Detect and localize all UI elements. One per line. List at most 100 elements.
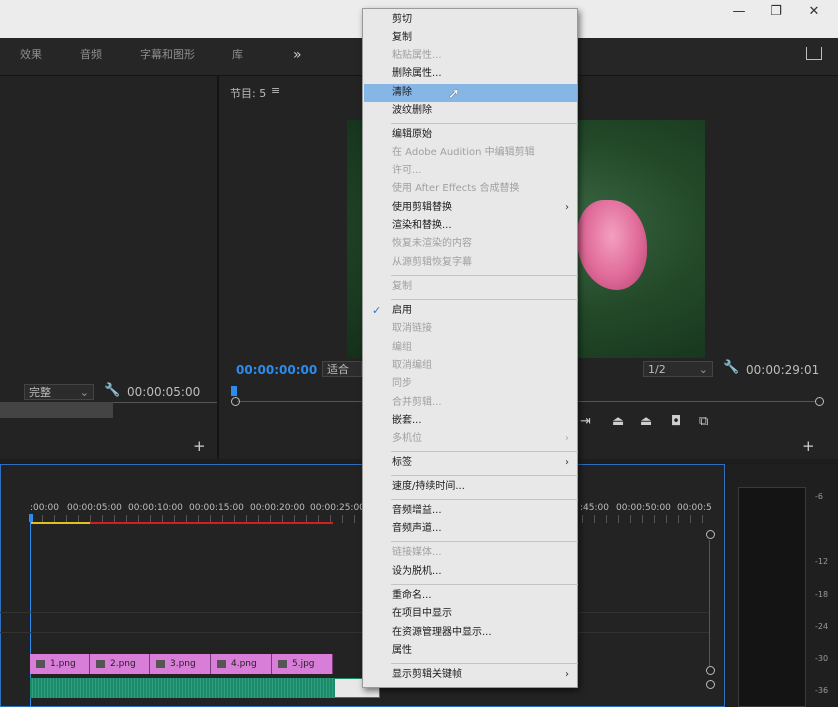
workspace-tab-graphics[interactable]: 字幕和图形 [140, 38, 195, 75]
workspace-more-button[interactable]: » [293, 38, 302, 75]
menu-separator [391, 299, 578, 300]
menu-item-reveal-in-explorer[interactable]: 在资源管理器中显示... [364, 624, 577, 642]
program-current-timecode[interactable]: 00:00:00:00 [236, 363, 317, 377]
source-add-button[interactable]: + [193, 437, 206, 455]
quality-dropdown[interactable]: 完整 ⌄ [24, 384, 94, 400]
menu-item-label: 属性 [392, 645, 412, 656]
menu-item-nest[interactable]: 嵌套... [364, 412, 577, 430]
resolution-value: 1/2 [648, 363, 666, 376]
menu-item-render-replace[interactable]: 渲染和替换... [364, 217, 577, 235]
timeline-playhead[interactable] [29, 514, 33, 522]
menu-item-make-offline[interactable]: 设为脱机... [364, 563, 577, 581]
menu-item-merge-clips: 合并剪辑... [364, 394, 577, 412]
program-add-button[interactable]: + [802, 437, 815, 455]
menu-item-ripple-delete[interactable]: 波纹删除 [364, 102, 577, 120]
lift-icon[interactable]: ⏏ [612, 414, 624, 429]
chevron-right-icon: › [565, 202, 569, 213]
clip-label: 3.png [170, 659, 196, 669]
wrench-icon[interactable]: 🔧 [104, 383, 120, 398]
menu-item-replace-with-clip[interactable]: 使用剪辑替换 › [364, 199, 577, 217]
image-clip-icon [156, 659, 165, 668]
program-title: 节目: 5 [230, 87, 267, 100]
menu-separator [391, 499, 578, 500]
menu-item-label: 使用 After Effects 合成替换 [392, 183, 520, 194]
menu-item-label: 恢复未渲染的内容 [392, 238, 472, 249]
menu-item-label: 剪切 [392, 14, 412, 25]
menu-item-label: 设为脱机... [392, 566, 442, 577]
menu-item-label: 标签 [392, 457, 412, 468]
clip-2[interactable]: 2.png [90, 654, 150, 674]
source-scrub-track [113, 402, 217, 403]
camera-icon[interactable]: ◘ [671, 414, 681, 429]
chevron-right-icon: › [565, 457, 569, 468]
ruler-label: 00:00:25:00 [310, 503, 365, 513]
playhead-marker[interactable] [231, 386, 237, 396]
menu-item-label: 编辑原始 [392, 129, 432, 140]
meter-label: -24 [815, 622, 829, 631]
minimize-button[interactable]: — [720, 0, 758, 24]
image-clip-icon [96, 659, 105, 668]
wrench-icon[interactable]: 🔧 [723, 360, 739, 375]
menu-separator [391, 123, 578, 124]
menu-item-restore-captions: 从源剪辑恢复字幕 [364, 254, 577, 272]
scroll-handle-audio[interactable] [706, 680, 715, 689]
fit-dropdown[interactable]: 适合 [322, 361, 362, 377]
menu-item-remove-attributes[interactable]: 删除属性... [364, 65, 577, 83]
menu-item-label-color[interactable]: 标签 › [364, 454, 577, 472]
menu-item-audio-channels[interactable]: 音频声道... [364, 520, 577, 538]
chevron-down-icon: ⌄ [79, 386, 89, 399]
clip-1[interactable]: 1.png [30, 654, 90, 674]
resolution-dropdown[interactable]: 1/2 ⌄ [643, 361, 713, 377]
menu-item-enable[interactable]: ✓ 启用 [364, 302, 577, 320]
menu-item-cut[interactable]: 剪切 [364, 11, 577, 29]
menu-item-label: 音频声道... [392, 523, 442, 534]
compare-icon[interactable]: ⧉ [699, 414, 708, 429]
menu-item-label: 同步 [392, 378, 412, 389]
menu-separator [391, 541, 578, 542]
source-scrub-bar[interactable] [0, 402, 113, 418]
menu-item-multicam: 多机位 › [364, 430, 577, 448]
insert-icon[interactable]: ⇥ [580, 414, 591, 429]
scroll-handle-bottom[interactable] [706, 666, 715, 675]
menu-item-reveal-in-project[interactable]: 在项目中显示 [364, 605, 577, 623]
workspace-tab-effects[interactable]: 效果 [20, 38, 42, 75]
vertical-scrollbar[interactable] [709, 540, 710, 666]
clip-4[interactable]: 4.png [211, 654, 272, 674]
audio-clip[interactable] [30, 678, 380, 698]
out-point-handle[interactable] [815, 397, 824, 406]
ruler-label: 00:00:10:00 [128, 503, 183, 513]
share-icon[interactable] [806, 47, 822, 60]
fit-value: 适合 [327, 363, 349, 376]
panel-menu-icon[interactable]: ≡ [271, 84, 280, 97]
menu-item-label: 波纹删除 [392, 105, 432, 116]
close-icon: ✕ [808, 4, 820, 19]
menu-item-label: 取消链接 [392, 323, 432, 334]
menu-item-clear[interactable]: 清除 ➚ [364, 84, 577, 102]
menu-item-group: 编组 [364, 339, 577, 357]
menu-item-label: 粘贴属性... [392, 50, 442, 61]
maximize-button[interactable]: ❐ [757, 0, 795, 24]
clip-3[interactable]: 3.png [150, 654, 211, 674]
menu-item-properties[interactable]: 属性 [364, 642, 577, 660]
menu-item-show-keyframes[interactable]: 显示剪辑关键帧 › [364, 666, 577, 684]
close-button[interactable]: ✕ [795, 0, 833, 24]
chevron-down-icon: ⌄ [698, 363, 708, 376]
extract-icon[interactable]: ⏏ [640, 414, 652, 429]
menu-item-rename[interactable]: 重命名... [364, 587, 577, 605]
scroll-handle-top[interactable] [706, 530, 715, 539]
menu-item-audio-gain[interactable]: 音频增益... [364, 502, 577, 520]
ruler-label: :00:00 [30, 503, 59, 513]
in-point-handle[interactable] [231, 397, 240, 406]
clip-context-menu: 剪切 复制 粘贴属性... 删除属性... 清除 ➚ 波纹删除 编辑原始 在 Ad… [362, 8, 578, 688]
menu-item-speed-duration[interactable]: 速度/持续时间... [364, 478, 577, 496]
workspace-tab-libraries[interactable]: 库 [232, 38, 243, 75]
menu-item-synchronize: 同步 [364, 375, 577, 393]
menu-item-restore-unrendered: 恢复未渲染的内容 [364, 235, 577, 253]
menu-item-edit-original[interactable]: 编辑原始 [364, 126, 577, 144]
menu-item-duplicate: 复制 [364, 278, 577, 296]
workspace-tab-audio[interactable]: 音频 [80, 38, 102, 75]
clip-5[interactable]: 5.jpg [272, 654, 333, 674]
chevron-right-icon: › [565, 433, 569, 444]
menu-item-copy[interactable]: 复制 [364, 29, 577, 47]
menu-item-label: 链接媒体... [392, 547, 442, 558]
